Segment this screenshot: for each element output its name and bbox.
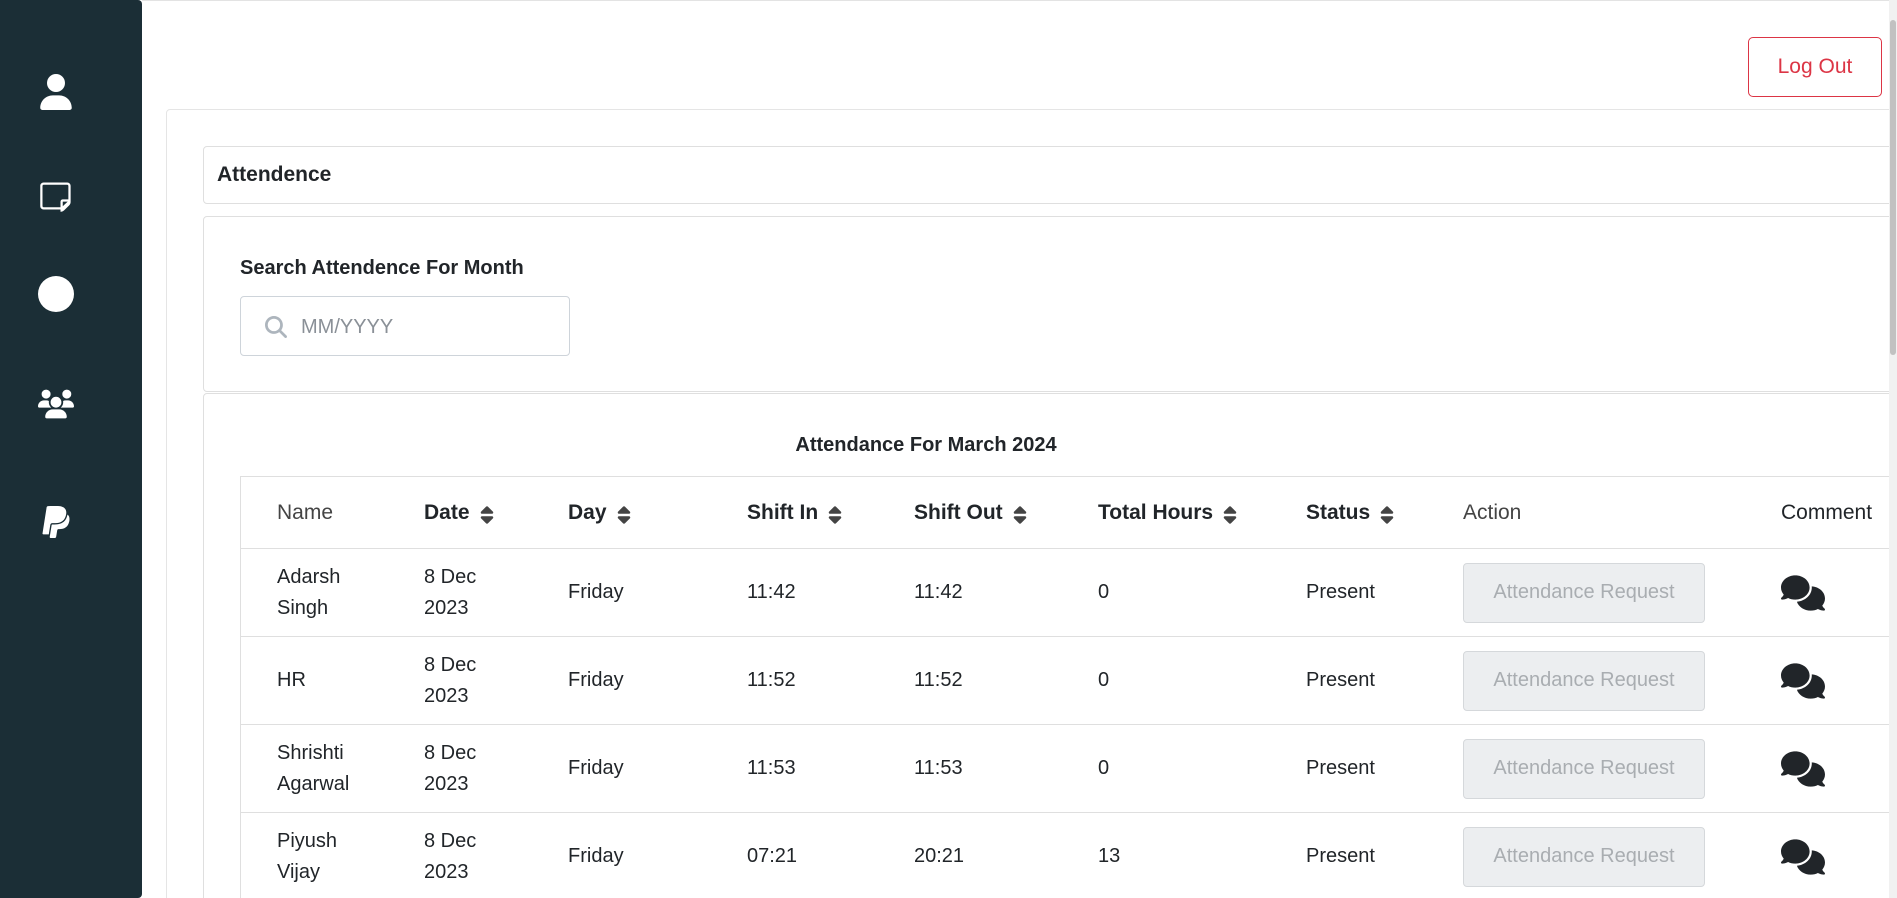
sort-icon[interactable]	[480, 503, 494, 524]
cell-total-hours: 0	[1098, 757, 1110, 779]
table-row: Piyush Vijay 8 Dec 2023 Friday 07:21 20:21…	[241, 813, 1897, 898]
column-header-day[interactable]: Day	[568, 477, 738, 548]
sort-icon[interactable]	[617, 503, 631, 524]
month-search-input[interactable]	[301, 307, 561, 347]
cell-shift-out: 11:53	[914, 757, 963, 779]
comments-icon[interactable]	[1780, 662, 1825, 699]
month-search-field[interactable]	[240, 296, 570, 356]
attendance-request-button[interactable]: Attendance Request	[1463, 650, 1705, 711]
top-border	[142, 0, 1897, 1]
comments-icon[interactable]	[1780, 750, 1825, 787]
attendance-request-button[interactable]: Attendance Request	[1463, 562, 1705, 623]
user-icon	[40, 74, 72, 110]
cell-shift-in: 11:53	[747, 757, 796, 779]
column-header-shift-out[interactable]: Shift Out	[914, 477, 1084, 548]
cell-comment	[1780, 637, 1897, 724]
table-row: Adarsh Singh 8 Dec 2023 Friday 11:42 11:42…	[241, 549, 1897, 637]
cell-action: Attendance Request	[1463, 725, 1723, 812]
cell-status: Present	[1306, 581, 1375, 603]
comments-icon[interactable]	[1780, 574, 1825, 611]
cell-name: HR	[277, 669, 306, 691]
cell-date: 8 Dec 2023	[424, 653, 477, 707]
note-icon	[40, 182, 71, 212]
table-title: Attendance For March 2024	[795, 434, 1057, 456]
comments-icon[interactable]	[1780, 838, 1825, 875]
cell-shift-out: 11:42	[914, 581, 963, 603]
search-label: Search Attendence For Month	[240, 257, 524, 279]
cell-date: 8 Dec 2023	[424, 741, 477, 795]
sidebar-item-payments[interactable]	[34, 500, 78, 544]
scrollbar[interactable]	[1889, 0, 1897, 898]
cell-day: Friday	[568, 581, 624, 603]
attendance-table: Name Date Day Shift In Shift Out Total H…	[240, 476, 1897, 898]
cell-day: Friday	[568, 757, 624, 779]
cell-total-hours: 0	[1098, 581, 1110, 603]
cell-date: 8 Dec 2023	[424, 565, 477, 619]
cell-name: Piyush Vijay	[277, 829, 338, 883]
cell-total-hours: 13	[1098, 845, 1121, 867]
cell-status: Present	[1306, 757, 1375, 779]
sidebar-item-profile[interactable]	[34, 70, 78, 114]
cell-action: Attendance Request	[1463, 637, 1723, 724]
sort-icon[interactable]	[1380, 503, 1394, 524]
users-icon	[38, 389, 74, 419]
cell-shift-out: 20:21	[914, 845, 965, 867]
sidebar-item-globe[interactable]	[34, 272, 78, 316]
logout-button[interactable]: Log Out	[1748, 37, 1882, 97]
cell-comment	[1780, 725, 1897, 812]
column-header-name: Name	[277, 501, 334, 524]
sidebar	[0, 0, 142, 898]
column-header-shift-in[interactable]: Shift In	[747, 477, 907, 548]
search-card: Search Attendence For Month	[203, 216, 1897, 392]
cell-name: Adarsh Singh	[277, 565, 341, 619]
sidebar-item-notes[interactable]	[34, 174, 78, 218]
cell-comment	[1780, 549, 1897, 636]
column-header-total-hours[interactable]: Total Hours	[1098, 477, 1298, 548]
table-header-row: Name Date Day Shift In Shift Out Total H…	[241, 477, 1897, 549]
globe-icon	[38, 276, 74, 312]
cell-status: Present	[1306, 845, 1375, 867]
attendance-page: Log Out Attendence Search Attendence For…	[0, 0, 1897, 898]
cell-shift-in: 11:42	[747, 581, 796, 603]
search-icon	[265, 316, 287, 339]
page-title: Attendence	[217, 163, 332, 186]
cell-name: Shrishti Agarwal	[277, 741, 350, 795]
cell-status: Present	[1306, 669, 1375, 691]
column-header-date[interactable]: Date	[424, 477, 554, 548]
column-header-comment: Comment	[1781, 501, 1873, 524]
cell-shift-out: 11:52	[914, 669, 963, 691]
attendance-request-button[interactable]: Attendance Request	[1463, 738, 1705, 799]
attendance-request-button[interactable]: Attendance Request	[1463, 826, 1705, 887]
page-title-card: Attendence	[203, 146, 1897, 204]
sidebar-item-team[interactable]	[34, 382, 78, 426]
column-header-action: Action	[1463, 501, 1522, 524]
cell-action: Attendance Request	[1463, 813, 1723, 898]
cell-comment	[1780, 813, 1897, 898]
sort-icon[interactable]	[1013, 503, 1027, 524]
cell-shift-in: 11:52	[747, 669, 796, 691]
table-row: HR 8 Dec 2023 Friday 11:52 11:52 0 Presen…	[241, 637, 1897, 725]
table-row: Shrishti Agarwal 8 Dec 2023 Friday 11:53 1…	[241, 725, 1897, 813]
scrollbar-thumb[interactable]	[1890, 20, 1896, 355]
cell-total-hours: 0	[1098, 669, 1110, 691]
sort-icon[interactable]	[1223, 503, 1237, 524]
cell-shift-in: 07:21	[747, 845, 798, 867]
sort-icon[interactable]	[828, 503, 842, 524]
column-header-status[interactable]: Status	[1306, 477, 1456, 548]
cell-date: 8 Dec 2023	[424, 829, 477, 883]
cell-action: Attendance Request	[1463, 549, 1723, 636]
paypal-icon	[42, 506, 70, 538]
cell-day: Friday	[568, 669, 624, 691]
cell-day: Friday	[568, 845, 624, 867]
attendance-table-card: Attendance For March 2024 Name Date Day …	[203, 393, 1897, 898]
